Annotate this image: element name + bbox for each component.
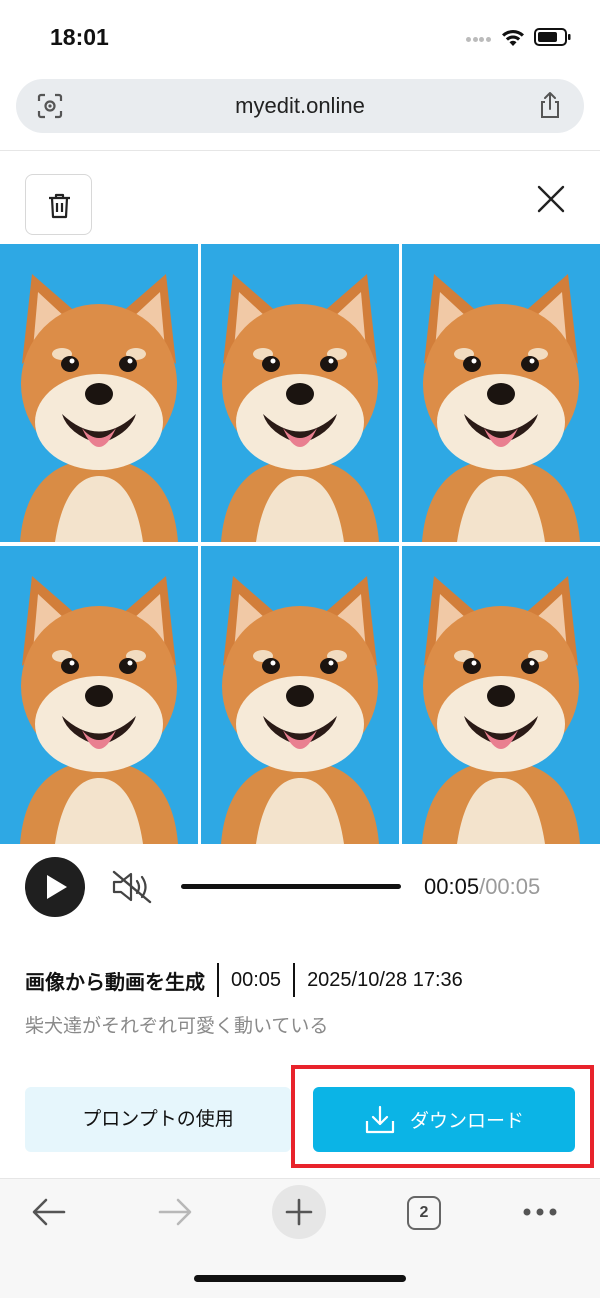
separator (293, 963, 296, 997)
status-bar: 18:01 (0, 0, 600, 70)
delete-button[interactable] (25, 174, 92, 235)
video-duration: 00:05 (231, 968, 282, 991)
status-time: 18:01 (50, 24, 109, 50)
share-icon[interactable] (536, 90, 564, 120)
trash-icon (49, 193, 70, 219)
time-display: 00:05/00:05 (424, 874, 540, 900)
play-button[interactable] (25, 857, 85, 917)
image-frame[interactable] (0, 244, 198, 542)
image-grid (0, 244, 600, 844)
divider (0, 150, 600, 151)
total-time: 00:05 (485, 874, 541, 899)
forward-arrow-icon[interactable] (156, 1195, 194, 1229)
plus-icon (285, 1198, 313, 1226)
image-frame[interactable] (201, 546, 399, 844)
tabs-button[interactable]: 2 (407, 1196, 441, 1230)
new-tab-button[interactable] (272, 1185, 326, 1239)
use-prompt-button[interactable]: プロンプトの使用 (25, 1087, 291, 1152)
url-bar[interactable]: myedit.online (16, 79, 584, 133)
browser-toolbar: 2 (0, 1179, 600, 1298)
current-time: 00:05 (424, 874, 480, 899)
back-arrow-icon[interactable] (30, 1195, 68, 1229)
video-datetime: 2025/10/28 17:36 (307, 968, 463, 991)
separator (217, 963, 219, 997)
video-title: 画像から動画を生成 (25, 971, 205, 994)
home-indicator (194, 1275, 406, 1282)
signal-icon (466, 37, 492, 43)
image-frame[interactable] (402, 546, 600, 844)
image-frame[interactable] (402, 244, 600, 542)
highlight-box (291, 1065, 594, 1168)
image-frame[interactable] (201, 244, 399, 542)
image-frame[interactable] (0, 546, 198, 844)
battery-icon (534, 28, 571, 46)
url-text[interactable]: myedit.online (16, 93, 584, 119)
video-info: 画像から動画を生成 00:05 2025/10/28 17:36 (25, 963, 463, 997)
video-description: 柴犬達がそれぞれ可愛く動いている (25, 1016, 329, 1037)
more-icon[interactable] (522, 1207, 558, 1217)
progress-bar[interactable] (181, 884, 401, 889)
close-icon[interactable] (536, 184, 566, 214)
mute-icon[interactable] (110, 869, 154, 905)
play-icon (47, 875, 67, 899)
wifi-icon (502, 30, 524, 46)
